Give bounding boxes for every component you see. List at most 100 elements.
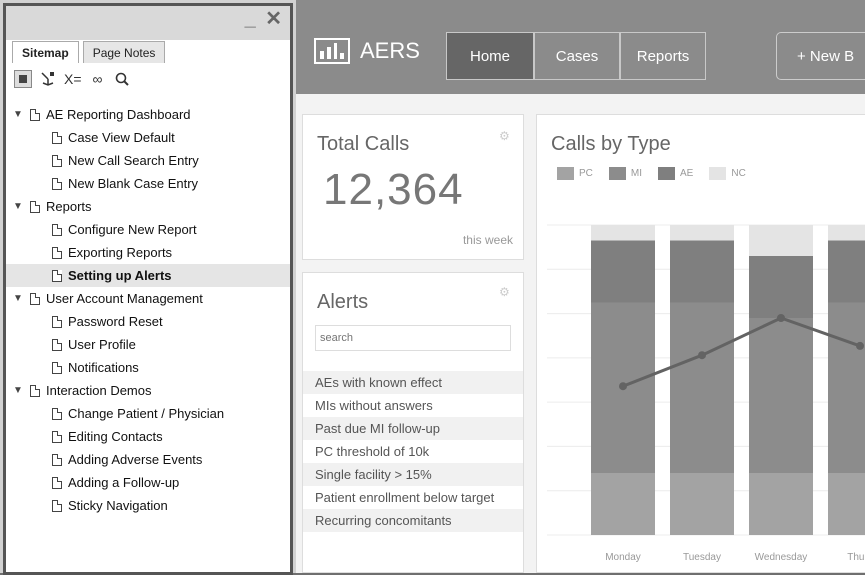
tree-page[interactable]: New Call Search Entry [6,149,290,172]
app-preview: AERS Home Cases Reports + New B Total Ca… [296,0,865,573]
bar-segment-ae [591,240,655,303]
tree-page[interactable]: Password Reset [6,310,290,333]
tree-page[interactable]: Notifications [6,356,290,379]
gear-icon[interactable]: ⚙ [499,129,510,143]
tree-item-label: Setting up Alerts [68,268,172,283]
tree-folder[interactable]: ▼ Reports [6,195,290,218]
page-icon [52,223,62,236]
window-controls[interactable]: _ ✕ [245,6,284,31]
tab-page-notes[interactable]: Page Notes [82,41,166,63]
tree-page[interactable]: Adding a Follow-up [6,471,290,494]
tree-page[interactable]: User Profile [6,333,290,356]
trend-point [856,341,864,350]
tree-folder[interactable]: ▼ User Account Management [6,287,290,310]
bar-segment-ae [828,240,865,303]
x-tick-label: Monday [605,552,641,563]
tree-item-label: Notifications [68,360,139,375]
page-icon [52,476,62,489]
bar-segment-pc [828,473,865,535]
page-view-icon[interactable] [14,70,32,88]
tree-item-label: New Blank Case Entry [68,176,199,191]
alert-item[interactable]: Recurring concomitants [303,509,523,532]
trend-point [777,314,785,322]
page-icon [30,384,40,397]
tree-page[interactable]: Setting up Alerts [6,264,290,287]
app-header: AERS Home Cases Reports + New B [296,0,865,94]
tree-item-label: Adding a Follow-up [68,475,180,490]
sitemap-tabs: Sitemap Page Notes [12,41,169,63]
page-icon [30,292,40,305]
nav-home[interactable]: Home [446,32,534,80]
alert-item[interactable]: Single facility > 15% [303,463,523,486]
tree-folder[interactable]: ▼ Interaction Demos [6,379,290,402]
new-case-button[interactable]: + New B [776,32,865,80]
page-icon [52,246,62,259]
sitemap-toolbar: X= ∞ [14,68,130,90]
page-icon [52,430,62,443]
trend-line [622,316,861,388]
page-icon [30,200,40,213]
gear-icon[interactable]: ⚙ [499,285,510,299]
page-icon [52,131,62,144]
page-icon [52,154,62,167]
alert-item[interactable]: Past due MI follow-up [303,417,523,440]
tree-item-label: Editing Contacts [68,429,163,444]
alert-item[interactable]: PC threshold of 10k [303,440,523,463]
expand-toggle-icon[interactable]: ▼ [12,385,24,396]
page-icon [52,315,62,328]
tree-item-label: AE Reporting Dashboard [46,107,191,122]
alert-item[interactable]: MIs without answers [303,394,523,417]
add-page-icon[interactable] [40,70,56,88]
tree-item-label: Adding Adverse Events [68,452,203,467]
x-tick-label: Tuesday [683,552,721,563]
tree-item-label: User Profile [68,337,136,352]
page-icon [52,338,62,351]
nav-reports[interactable]: Reports [620,32,706,80]
bar-segment-nc [591,225,655,241]
alert-item[interactable]: AEs with known effect [303,371,523,394]
bar-segment-pc [670,473,734,535]
page-icon [30,108,40,121]
tree-page[interactable]: Exporting Reports [6,241,290,264]
tree-page[interactable]: Change Patient / Physician [6,402,290,425]
bar-segment-pc [749,473,813,535]
link-icon[interactable]: ∞ [90,70,106,88]
search-icon[interactable] [114,70,130,88]
bar-segment-mi [749,318,813,473]
alerts-search-input[interactable] [315,325,511,351]
expand-toggle-icon[interactable]: ▼ [12,293,24,304]
trend-point [698,351,706,360]
page-icon [52,177,62,190]
tree-item-label: Sticky Navigation [68,498,168,513]
alert-item[interactable]: Patient enrollment below target [303,486,523,509]
bar-segment-ae [670,240,734,303]
bar-segment-nc [670,225,734,241]
bar-segment-nc [749,225,813,256]
variable-icon[interactable]: X= [64,70,82,88]
calls-chart: Monday Tuesday Wednesday Thurs [547,224,865,563]
nav-cases[interactable]: Cases [534,32,620,80]
tree-folder[interactable]: ▼ AE Reporting Dashboard [6,103,290,126]
bar-segment-pc [591,473,655,535]
tab-sitemap[interactable]: Sitemap [12,41,79,63]
tree-page[interactable]: New Blank Case Entry [6,172,290,195]
sitemap-frame: _ ✕ Sitemap Page Notes X= ∞ ▼ AE Reporting… [3,3,293,575]
tree-page[interactable]: Editing Contacts [6,425,290,448]
calls-by-type-card: Calls by Type PC MI AE NC Monday Tuesday Wedn… [536,114,865,573]
aers-logo-icon [314,38,350,64]
x-tick-label: Thurs [847,552,865,563]
tree-item-label: User Account Management [46,291,203,306]
sitemap-titlebar: _ ✕ [6,6,290,40]
x-tick-label: Wednesday [755,552,808,563]
tree-page[interactable]: Adding Adverse Events [6,448,290,471]
total-calls-value: 12,364 [323,165,464,214]
expand-toggle-icon[interactable]: ▼ [12,201,24,212]
tree-page[interactable]: Sticky Navigation [6,494,290,517]
expand-toggle-icon[interactable]: ▼ [12,109,24,120]
tree-page[interactable]: Case View Default [6,126,290,149]
bar-segment-nc [828,225,865,241]
bar-segment-ae [749,256,813,318]
total-calls-card: Total Calls ⚙ 12,364 this week [302,114,524,260]
tree-page[interactable]: Configure New Report [6,218,290,241]
tree-item-label: Password Reset [68,314,163,329]
